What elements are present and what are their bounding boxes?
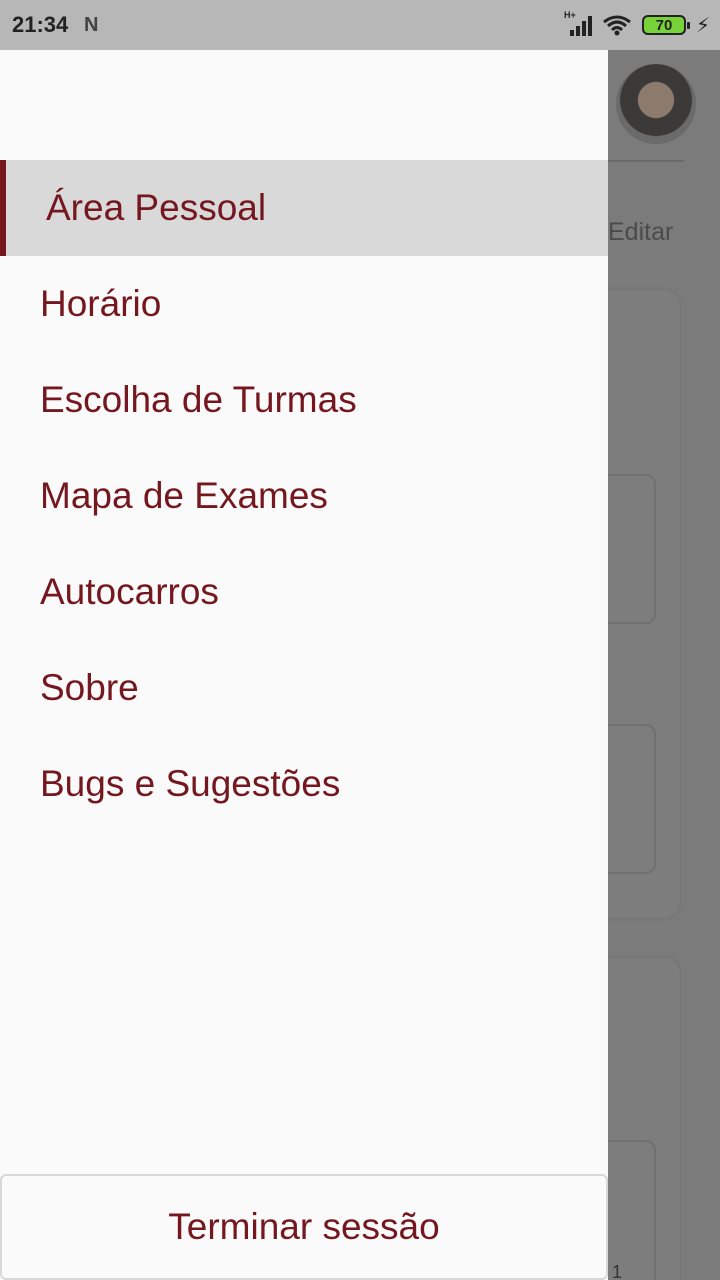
menu-item-label: Mapa de Exames (40, 475, 328, 516)
network-type-label: H+ (563, 10, 576, 20)
menu-item-label: Autocarros (40, 571, 219, 612)
menu-item-mapa-de-exames[interactable]: Mapa de Exames (0, 448, 608, 544)
avatar (616, 64, 696, 144)
edit-button: Editar (608, 218, 674, 246)
menu-item-sobre[interactable]: Sobre (0, 640, 608, 736)
menu-item-label: Área Pessoal (46, 187, 267, 228)
menu-item-label: Horário (40, 283, 162, 324)
signal-strength-icon: H+ (564, 10, 592, 36)
footer-number: 1 (612, 1262, 623, 1280)
status-time: 21:34 (12, 12, 69, 37)
navigation-drawer: Área Pessoal Horário Escolha de Turmas M… (0, 50, 608, 1280)
divider (608, 160, 684, 162)
status-indicators: H+ 70 ⚡ (564, 10, 710, 40)
menu-item-autocarros[interactable]: Autocarros (0, 544, 608, 640)
wifi-icon (603, 15, 631, 36)
drawer-menu: Área Pessoal Horário Escolha de Turmas M… (0, 160, 608, 832)
charging-icon: ⚡ (695, 14, 710, 37)
logout-label: Terminar sessão (168, 1206, 440, 1247)
menu-item-label: Escolha de Turmas (40, 379, 357, 420)
menu-item-label: Bugs e Sugestões (40, 763, 341, 804)
menu-item-area-pessoal[interactable]: Área Pessoal (0, 160, 608, 256)
battery-icon: 70 (641, 15, 690, 35)
logout-button[interactable]: Terminar sessão (0, 1174, 608, 1280)
menu-item-label: Sobre (40, 667, 139, 708)
notification-icon: N (84, 14, 99, 36)
menu-item-bugs-e-sugestoes[interactable]: Bugs e Sugestões (0, 736, 608, 832)
status-bar: 21:34 N H+ 70 ⚡ (0, 0, 720, 50)
battery-level: 70 (655, 16, 673, 34)
menu-item-horario[interactable]: Horário (0, 256, 608, 352)
menu-item-escolha-de-turmas[interactable]: Escolha de Turmas (0, 352, 608, 448)
